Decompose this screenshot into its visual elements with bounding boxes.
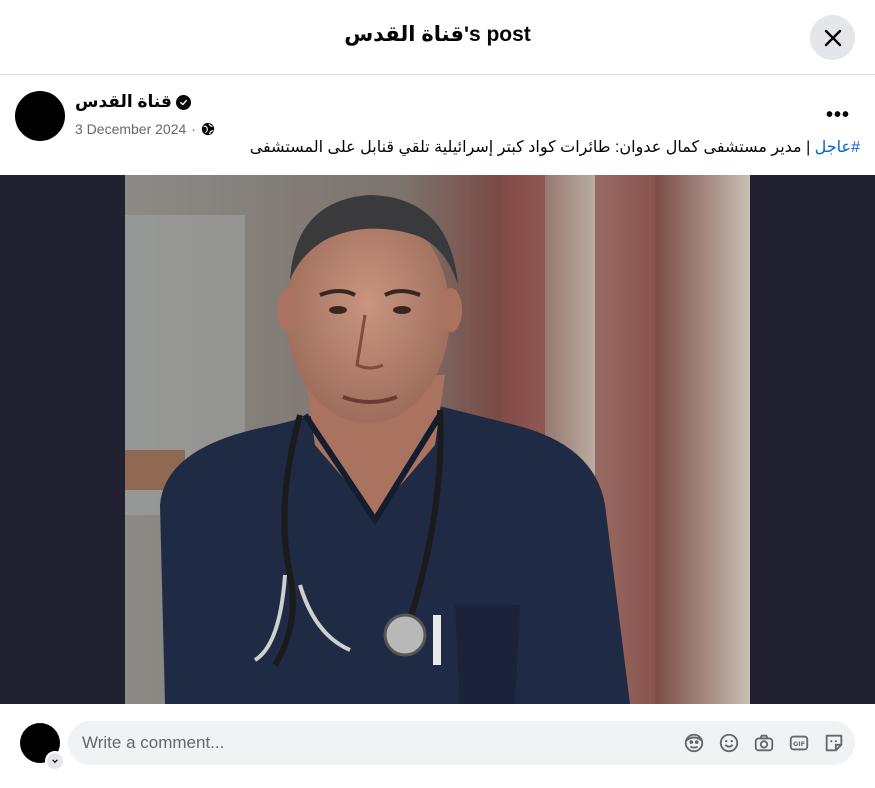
verified-badge-icon xyxy=(175,94,191,110)
author-row: قناة القدس xyxy=(75,92,191,112)
hashtag-link[interactable]: #عاجل xyxy=(815,139,860,156)
camera-icon[interactable] xyxy=(752,731,775,754)
post-date[interactable]: 3 December 2024 xyxy=(75,121,186,137)
close-icon xyxy=(824,29,841,46)
comment-box: GIF xyxy=(68,721,855,765)
gif-icon[interactable]: GIF xyxy=(787,731,810,754)
emoji-icon[interactable] xyxy=(717,731,740,754)
globe-icon[interactable] xyxy=(201,122,215,136)
post-photo[interactable] xyxy=(125,175,750,704)
post-meta: 3 December 2024 · xyxy=(75,121,215,137)
comment-bar: GIF xyxy=(0,705,875,788)
svg-text:GIF: GIF xyxy=(792,740,804,748)
post-header: قناة القدس 3 December 2024 · ••• #عاجل |… xyxy=(0,76,875,174)
close-button[interactable] xyxy=(810,15,855,60)
author-name[interactable]: قناة القدس xyxy=(75,92,172,112)
sticker-icon[interactable] xyxy=(822,731,845,754)
avatar-icon[interactable] xyxy=(682,731,705,754)
meta-separator: · xyxy=(191,121,196,137)
more-options-button[interactable]: ••• xyxy=(820,100,856,130)
comment-actions: GIF xyxy=(682,731,845,754)
chevron-down-icon[interactable] xyxy=(45,751,65,771)
post-text: #عاجل | مدير مستشفى كمال عدوان: طائرات ك… xyxy=(15,136,860,160)
dialog-title: قناة القدس's post xyxy=(344,23,531,46)
post-body: | مدير مستشفى كمال عدوان: طائرات كواد كب… xyxy=(249,139,815,156)
dialog-header: قناة القدس's post xyxy=(0,0,875,75)
more-options-icon: ••• xyxy=(825,103,850,126)
author-avatar[interactable] xyxy=(15,91,65,141)
comment-input[interactable] xyxy=(82,721,662,765)
